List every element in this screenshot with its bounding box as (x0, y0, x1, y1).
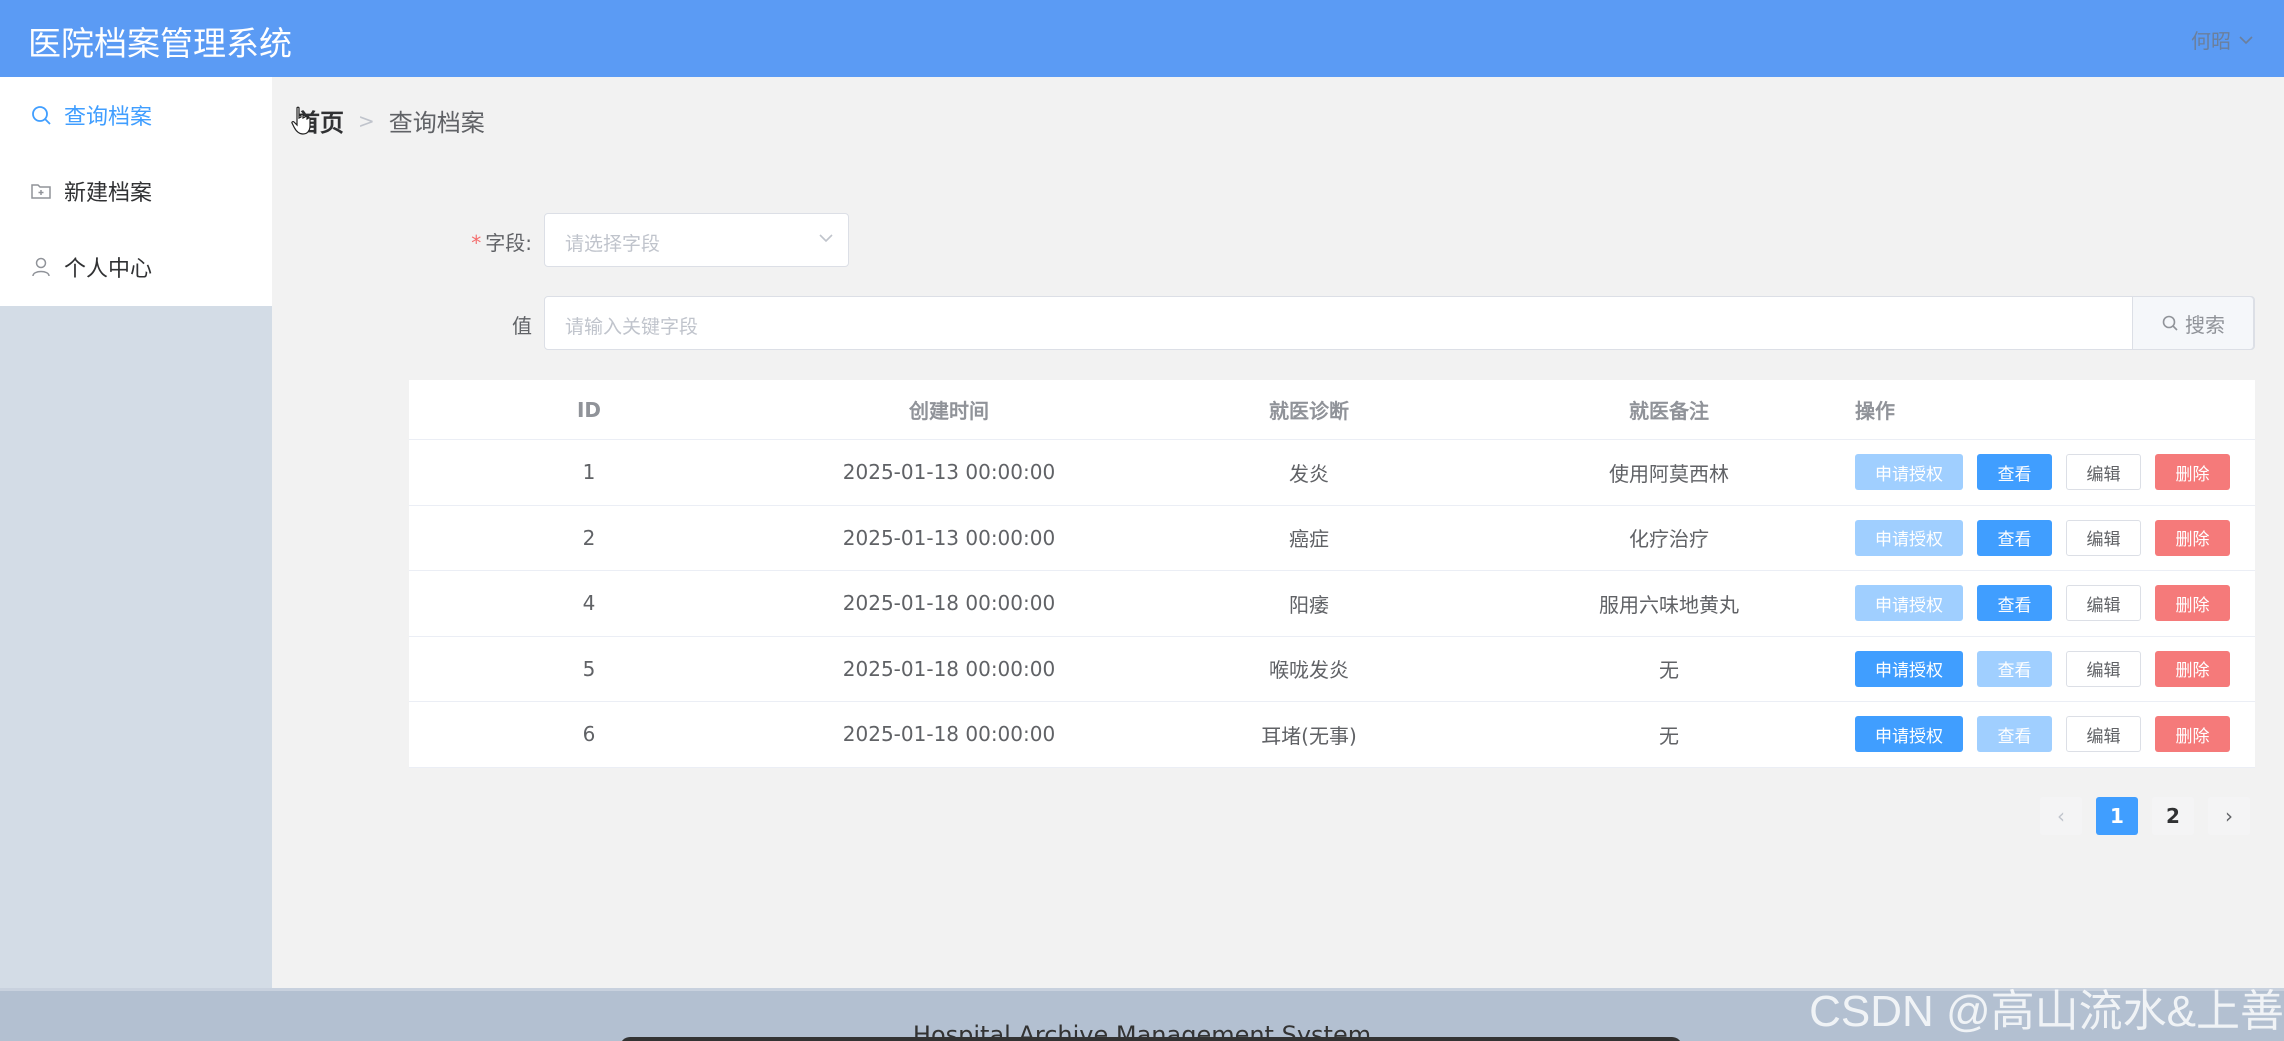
edit-button[interactable]: 编辑 (2066, 716, 2141, 753)
mouse-cursor-icon (291, 106, 311, 135)
cell-note: 使用阿莫西林 (1609, 461, 1729, 486)
apply-authorization-button[interactable]: 申请授权 (1855, 716, 1963, 753)
breadcrumb-current: 查询档案 (388, 109, 485, 137)
view-button[interactable]: 查看 (1977, 650, 2052, 687)
cell-id: 4 (582, 591, 596, 616)
apply-authorization-button[interactable]: 申请授权 (1855, 454, 1963, 491)
cell-actions: 申请授权 查看 编辑 删除 (1849, 716, 2255, 753)
cell-id: 6 (582, 722, 596, 747)
apply-authorization-button[interactable]: 申请授权 (1855, 519, 1963, 556)
cell-id: 1 (582, 460, 596, 485)
sidebar-item-label: 个人中心 (64, 257, 153, 282)
search-button-label: 搜索 (2185, 312, 2225, 337)
cell-actions: 申请授权 查看 编辑 删除 (1849, 519, 2255, 556)
table-row: 2 2025-01-13 00:00:00 癌症 化疗治疗 申请授权 查看 编辑 删除 (409, 506, 2255, 571)
prev-page-button[interactable]: ‹ (2040, 797, 2082, 835)
sidebar-item-personal-center[interactable]: 个人中心 (0, 229, 272, 305)
footer-bar (620, 1037, 1682, 1041)
archive-table: ID 创建时间 就医诊断 就医备注 操作 1 2025-01-13 00:00:0… (409, 380, 2255, 768)
chevron-down-icon (819, 234, 833, 243)
delete-button[interactable]: 删除 (2155, 650, 2230, 687)
value-search-input[interactable]: 请输入关键字段 搜索 (544, 296, 2255, 350)
search-icon (32, 106, 51, 125)
delete-button[interactable]: 删除 (2155, 454, 2230, 491)
cell-created-time: 2025-01-13 00:00:00 (842, 460, 1056, 485)
view-button[interactable]: 查看 (1977, 585, 2052, 622)
edit-button[interactable]: 编辑 (2066, 650, 2141, 687)
table-header: ID 创建时间 就医诊断 就医备注 操作 (409, 380, 2255, 440)
cell-note: 服用六味地黄丸 (1599, 592, 1739, 617)
search-button[interactable]: 搜索 (2132, 296, 2254, 350)
main-content: 首页 > 查询档案 * 字段: 请选择字段 值 请输入关键字段 搜索 ID 创建时… (272, 77, 2284, 988)
cell-id: 5 (582, 656, 596, 681)
edit-button[interactable]: 编辑 (2066, 585, 2141, 622)
cell-created-time: 2025-01-18 00:00:00 (842, 591, 1056, 616)
search-icon (2162, 315, 2178, 331)
field-label: * 字段: (471, 231, 532, 255)
cell-created-time: 2025-01-18 00:00:00 (842, 656, 1056, 681)
cell-note: 无 (1659, 658, 1679, 683)
delete-button[interactable]: 删除 (2155, 716, 2230, 753)
value-input-placeholder: 请输入关键字段 (565, 316, 699, 338)
edit-button[interactable]: 编辑 (2066, 519, 2141, 556)
next-page-button[interactable]: › (2208, 797, 2250, 835)
cell-diagnosis: 发炎 (1289, 461, 1329, 486)
table-row: 1 2025-01-13 00:00:00 发炎 使用阿莫西林 申请授权 查看 编辑 删除 (409, 440, 2255, 506)
sidebar: 查询档案 新建档案 个人中心 (0, 77, 272, 988)
user-menu[interactable]: 何昭 (2191, 25, 2253, 54)
sidebar-item-new-archive[interactable]: 新建档案 (0, 153, 272, 229)
header-note: 就医备注 (1629, 399, 1709, 423)
delete-button[interactable]: 删除 (2155, 585, 2230, 622)
table-row: 5 2025-01-18 00:00:00 喉咙发炎 无 申请授权 查看 编辑 删除 (409, 637, 2255, 702)
cell-note: 化疗治疗 (1629, 527, 1709, 552)
value-label: 值 (512, 314, 532, 338)
apply-authorization-button[interactable]: 申请授权 (1855, 585, 1963, 622)
sidebar-item-label: 新建档案 (64, 181, 153, 206)
header-diagnosis: 就医诊断 (1269, 399, 1349, 423)
breadcrumb: 首页 > 查询档案 (296, 103, 485, 138)
app-title: 医院档案管理系统 (28, 24, 292, 63)
view-button[interactable]: 查看 (1977, 716, 2052, 753)
header-created-time: 创建时间 (909, 399, 989, 423)
table-row: 6 2025-01-18 00:00:00 耳堵(无事) 无 申请授权 查看 编辑 删除 (409, 702, 2255, 768)
user-icon (32, 257, 50, 277)
sidebar-item-label: 查询档案 (64, 105, 153, 130)
table-body: 1 2025-01-13 00:00:00 发炎 使用阿莫西林 申请授权 查看 编辑 删除 2 2… (409, 440, 2255, 768)
cell-diagnosis: 阳痿 (1289, 592, 1329, 617)
apply-authorization-button[interactable]: 申请授权 (1855, 650, 1963, 687)
cell-actions: 申请授权 查看 编辑 删除 (1849, 454, 2255, 491)
field-select-placeholder: 请选择字段 (565, 233, 661, 255)
sidebar-item-query-archive[interactable]: 查询档案 (0, 77, 272, 153)
sidebar-menu: 查询档案 新建档案 个人中心 (0, 77, 272, 306)
cell-id: 2 (582, 525, 596, 550)
pagination: ‹ 1 2 › (2040, 797, 2250, 835)
top-header: 医院档案管理系统 何昭 (0, 0, 2284, 77)
table-row: 4 2025-01-18 00:00:00 阳痿 服用六味地黄丸 申请授权 查看 编辑 删除 (409, 571, 2255, 637)
chevron-down-icon (2239, 35, 2253, 44)
header-id: ID (576, 397, 602, 422)
page-button-2[interactable]: 2 (2152, 797, 2194, 835)
watermark: CSDN @高山流水&上善 (1809, 987, 2284, 1036)
page-button-1[interactable]: 1 (2096, 797, 2138, 835)
cell-diagnosis: 耳堵(无事) (1261, 723, 1357, 748)
folder-add-icon (31, 184, 51, 199)
delete-button[interactable]: 删除 (2155, 519, 2230, 556)
view-button[interactable]: 查看 (1977, 454, 2052, 491)
cell-diagnosis: 喉咙发炎 (1269, 658, 1349, 683)
cell-actions: 申请授权 查看 编辑 删除 (1849, 650, 2255, 687)
field-select[interactable]: 请选择字段 (544, 213, 849, 267)
breadcrumb-separator-icon: > (358, 108, 375, 133)
required-asterisk: * (471, 231, 482, 255)
cell-diagnosis: 癌症 (1289, 527, 1329, 552)
cell-actions: 申请授权 查看 编辑 删除 (1849, 585, 2255, 622)
user-name: 何昭 (2191, 29, 2231, 53)
cell-created-time: 2025-01-18 00:00:00 (842, 722, 1056, 747)
view-button[interactable]: 查看 (1977, 519, 2052, 556)
cell-note: 无 (1659, 723, 1679, 748)
header-actions: 操作 (1855, 399, 1895, 423)
cell-created-time: 2025-01-13 00:00:00 (842, 525, 1056, 550)
edit-button[interactable]: 编辑 (2066, 454, 2141, 491)
